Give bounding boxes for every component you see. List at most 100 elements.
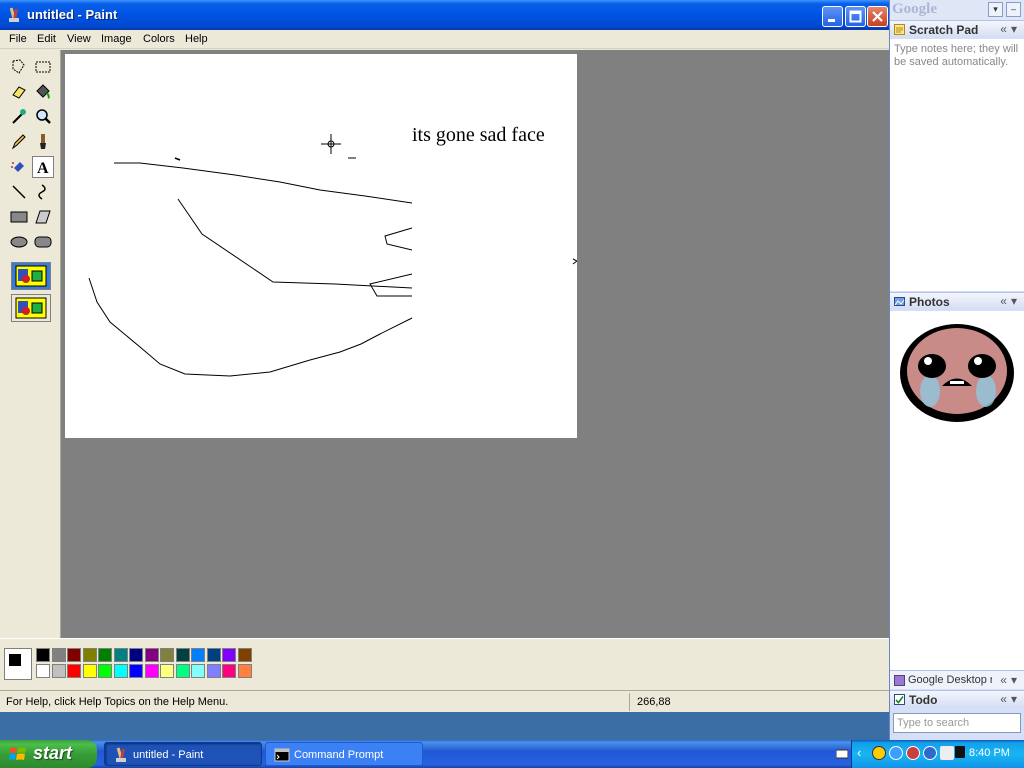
free-form-select-tool[interactable]	[8, 56, 30, 78]
palette-swatch[interactable]	[98, 664, 112, 678]
pencil-tool[interactable]	[8, 131, 30, 153]
sidebar-menu-button[interactable]: ▾	[988, 2, 1003, 17]
line-tool[interactable]	[8, 181, 30, 203]
color-picker-tool[interactable]	[8, 106, 30, 128]
panel-controls-icon[interactable]: «▾	[1000, 294, 1021, 308]
palette-swatch[interactable]	[175, 664, 190, 678]
start-button[interactable]: start	[0, 740, 97, 768]
tray-app-icon[interactable]	[872, 746, 886, 760]
text-a-icon: A	[37, 160, 49, 177]
palette-swatch[interactable]	[129, 648, 143, 662]
google-desktop-row[interactable]: Google Desktop r «▾	[890, 670, 1024, 689]
scratch-pad-hint: Type notes here; they will be saved auto…	[894, 43, 1019, 68]
notepad-icon	[894, 24, 905, 35]
palette-swatch[interactable]	[113, 648, 128, 662]
palette-swatch[interactable]	[82, 664, 97, 678]
text-background-transparent-option[interactable]	[11, 294, 51, 322]
ellipse-tool[interactable]	[8, 231, 30, 253]
palette-swatch[interactable]	[144, 648, 159, 662]
palette-swatch[interactable]	[206, 664, 221, 678]
google-tray-icon[interactable]	[889, 746, 903, 760]
drawing-canvas[interactable]: its gone sad face	[65, 54, 577, 438]
clock[interactable]: 8:40 PM	[969, 747, 1010, 759]
network-tray-icon[interactable]	[923, 746, 937, 760]
sidebar-minimize-button[interactable]: –	[1006, 2, 1021, 17]
panel-controls-icon[interactable]: «▾	[1000, 692, 1021, 706]
palette-swatch[interactable]	[98, 648, 112, 662]
ellipse-icon	[10, 236, 28, 248]
display-tray-icon[interactable]	[955, 746, 965, 758]
palette-swatch[interactable]	[222, 648, 236, 662]
palette-swatch[interactable]	[237, 664, 252, 678]
minimize-button[interactable]	[822, 6, 843, 27]
menu-file[interactable]: File	[9, 33, 27, 45]
panel-controls-icon[interactable]: «▾	[1000, 673, 1021, 687]
palette-swatch[interactable]	[67, 648, 81, 662]
tray-expand-icon[interactable]: ‹	[857, 745, 861, 760]
title-bar[interactable]: untitled - Paint	[0, 0, 889, 30]
menu-colors[interactable]: Colors	[143, 33, 175, 45]
minimize-icon	[828, 19, 835, 22]
curve-tool[interactable]	[32, 181, 54, 203]
antivirus-tray-icon[interactable]	[906, 746, 920, 760]
menu-image[interactable]: Image	[101, 33, 132, 45]
text-tool[interactable]: A	[32, 156, 54, 178]
scratch-pad-header[interactable]: Scratch Pad «▾	[890, 20, 1024, 38]
palette-swatch[interactable]	[206, 648, 221, 662]
palette-swatch[interactable]	[36, 664, 50, 678]
rectangle-tool[interactable]	[8, 206, 30, 228]
menu-help[interactable]: Help	[185, 33, 208, 45]
menu-edit[interactable]: Edit	[37, 33, 56, 45]
polygon-tool[interactable]	[32, 206, 54, 228]
canvas-text-label: its gone sad face	[412, 124, 545, 146]
maximize-button[interactable]	[845, 6, 866, 27]
paint-app-icon	[9, 7, 19, 22]
palette-swatch[interactable]	[191, 664, 205, 678]
magnifier-tool[interactable]	[32, 106, 54, 128]
palette-swatch[interactable]	[191, 648, 205, 662]
palette-swatch[interactable]	[222, 664, 236, 678]
airbrush-icon	[11, 162, 24, 172]
text-background-opaque-option[interactable]	[11, 262, 51, 290]
palette-swatch[interactable]	[175, 648, 190, 662]
palette-swatch[interactable]	[160, 664, 174, 678]
palette-swatch[interactable]	[82, 648, 97, 662]
rounded-rectangle-icon	[34, 236, 52, 248]
sidebar-search-input[interactable]: Type to search	[893, 713, 1021, 733]
current-colors[interactable]	[4, 648, 32, 680]
brush-tool[interactable]	[32, 131, 54, 153]
close-button[interactable]	[867, 6, 888, 27]
fill-tool[interactable]	[32, 81, 54, 103]
volume-tray-icon[interactable]	[940, 746, 954, 760]
cursor-coordinates: 266,88	[637, 696, 671, 708]
palette-swatch[interactable]	[113, 664, 128, 678]
select-tool[interactable]	[32, 56, 54, 78]
palette-swatch[interactable]	[237, 648, 252, 662]
scratch-pad-body[interactable]: Type notes here; they will be saved auto…	[890, 39, 1024, 291]
palette-swatch[interactable]	[36, 648, 50, 662]
palette-swatch[interactable]	[51, 648, 66, 662]
palette-swatch[interactable]	[160, 648, 174, 662]
photos-body[interactable]	[890, 311, 1024, 436]
command-prompt-icon	[274, 748, 290, 762]
google-logo: Google	[892, 1, 937, 17]
menu-view[interactable]: View	[67, 33, 91, 45]
palette-swatch[interactable]	[51, 664, 66, 678]
taskbar-cmd-label: Command Prompt	[294, 749, 384, 761]
taskbar-paint-button[interactable]: untitled - Paint	[104, 742, 262, 766]
palette-swatch[interactable]	[144, 664, 159, 678]
canvas-drawing	[88, 134, 577, 377]
airbrush-tool[interactable]	[8, 156, 30, 178]
todo-title: Todo	[909, 693, 938, 707]
todo-header[interactable]: Todo «▾	[890, 690, 1024, 708]
taskbar-cmd-button[interactable]: Command Prompt	[265, 742, 423, 766]
checkmark-icon	[894, 694, 905, 705]
photos-header[interactable]: Photos «▾	[890, 292, 1024, 310]
eraser-tool[interactable]	[8, 81, 30, 103]
rounded-rectangle-tool[interactable]	[32, 231, 54, 253]
transparent-background-icon	[15, 297, 47, 319]
palette-swatch[interactable]	[129, 664, 143, 678]
palette-swatch[interactable]	[67, 664, 81, 678]
panel-controls-icon[interactable]: «▾	[1000, 22, 1021, 36]
keyboard-icon[interactable]	[836, 747, 848, 761]
